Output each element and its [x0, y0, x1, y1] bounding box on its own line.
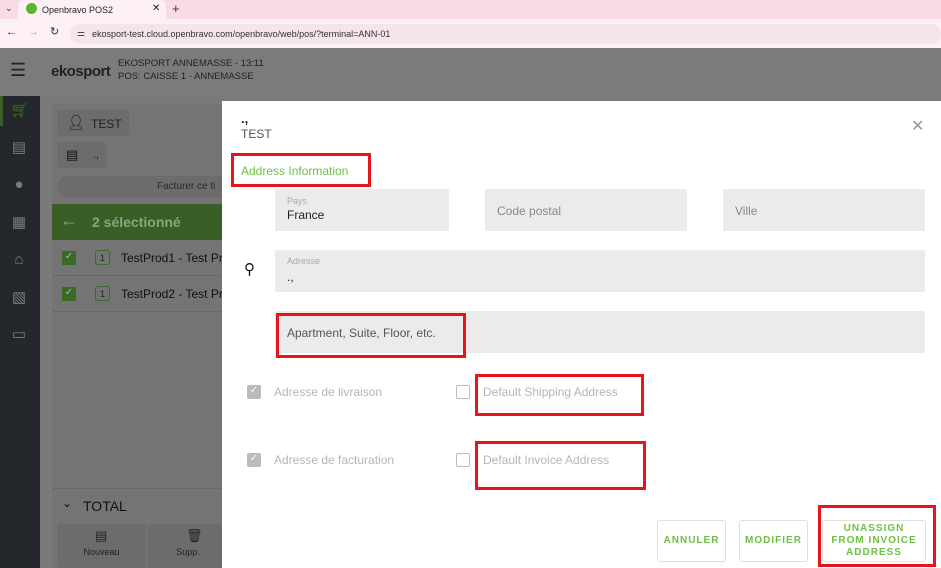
store-icon[interactable]: ⌂ [10, 251, 28, 269]
highlight-box [276, 313, 466, 358]
ticket-line[interactable]: ✓ 1 TestProd2 - Test Pr [52, 276, 223, 312]
back-icon[interactable]: ← [6, 26, 17, 38]
line-qty: 1 [95, 250, 110, 265]
highlight-box [818, 505, 936, 567]
address-value: ., [93, 149, 100, 161]
close-icon[interactable]: ✕ [911, 116, 924, 136]
default-shipping-checkbox[interactable] [456, 385, 470, 399]
invoice-ticket-button[interactable]: Facturer ce ti [57, 176, 227, 198]
openbravo-favicon-icon [26, 3, 37, 14]
delete-ticket-button[interactable]: 🗑︎ Supp. [148, 524, 228, 568]
ekosport-logo: ekosport [51, 63, 111, 80]
browser-tab[interactable]: Openbravo POS2 ✕ [18, 0, 166, 19]
pos-info: POS: CAISSE 1 - ANNEMASSE [118, 71, 254, 82]
dialog-title-customer: TEST [241, 127, 272, 141]
modify-button[interactable]: MODIFIER [739, 520, 808, 562]
reload-icon[interactable]: ↻ [50, 25, 59, 38]
highlight-box [475, 441, 646, 490]
site-settings-icon[interactable]: ⚌ [77, 28, 85, 39]
new-label: Nouveau [83, 547, 120, 557]
invoice-address-label: Adresse de facturation [274, 453, 395, 467]
invoice-icon: ▤ [66, 147, 79, 162]
ticket-line[interactable]: ✓ 1 TestProd1 - Test Pr [52, 240, 223, 276]
ticket-panel: 👤︎ TEST ▤ ., Facturer ce ti ← 2 sélectio… [52, 104, 228, 568]
new-ticket-button[interactable]: ▤ Nouveau [57, 524, 146, 568]
line-name: TestProd1 - Test Pr [121, 251, 223, 265]
city-input[interactable]: Ville [723, 189, 925, 231]
delete-label: Supp. [176, 547, 200, 557]
dialog-title-address: ., [241, 111, 249, 126]
line-qty: 1 [95, 286, 110, 301]
tab-title: Openbravo POS2 [42, 5, 114, 15]
cash-register-icon[interactable]: ▦ [10, 213, 28, 231]
line-name: TestProd2 - Test Pr [121, 287, 223, 301]
cart-icon[interactable]: 🛒︎ [10, 101, 29, 119]
back-arrow-icon[interactable]: ← [60, 210, 78, 231]
report-icon[interactable]: ▧ [10, 288, 28, 306]
checkbox-checked[interactable]: ✓ [62, 287, 76, 301]
url-text: ekosport-test.cloud.openbravo.com/openbr… [92, 29, 391, 39]
customer-icon[interactable]: ● [10, 176, 28, 194]
selection-bar: ← 2 sélectionné [52, 204, 222, 240]
map-pin-icon: ⚲ [244, 261, 255, 278]
customer-button[interactable]: 👤︎ TEST [57, 110, 129, 136]
trash-icon: 🗑︎ [186, 528, 203, 543]
app-header: ☰ ekosport EKOSPORT ANNEMASSE - 13:11 PO… [0, 48, 941, 96]
default-invoice-checkbox[interactable] [456, 453, 470, 467]
cancel-button[interactable]: ANNULER [657, 520, 726, 562]
store-info: EKOSPORT ANNEMASSE - 13:11 [118, 58, 264, 69]
city-placeholder: Ville [735, 204, 758, 218]
browser-tab-bar: ⌄ Openbravo POS2 ✕ + [0, 0, 941, 19]
person-icon: 👤︎ [67, 114, 85, 130]
checkbox-checked[interactable]: ✓ [62, 251, 76, 265]
address-label: Adresse [287, 256, 321, 266]
close-tab-icon[interactable]: ✕ [152, 3, 160, 14]
total-label: TOTAL [83, 498, 127, 514]
receipt-icon[interactable]: ▤ [10, 138, 28, 156]
invoice-address-checkbox[interactable]: ✓ [247, 453, 261, 467]
menu-icon[interactable]: ☰ [10, 60, 26, 81]
chevron-down-icon[interactable]: ⌄ [62, 496, 72, 510]
sidebar: 🛒︎ ▤ ● ▦ ⌂ ▧ ▭ [0, 96, 40, 568]
new-receipt-icon: ▤ [95, 528, 108, 543]
country-value: France [287, 208, 325, 222]
country-select[interactable]: Pays France [275, 189, 449, 231]
new-tab-icon[interactable]: + [172, 1, 180, 16]
forward-icon[interactable]: → [28, 26, 39, 38]
shipping-address-label: Adresse de livraison [274, 385, 383, 399]
highlight-box [231, 153, 371, 187]
address-input[interactable]: Adresse ., [275, 250, 925, 292]
url-field[interactable]: ⚌ ekosport-test.cloud.openbravo.com/open… [70, 24, 941, 44]
customer-name: TEST [91, 117, 122, 131]
selected-count: 2 sélectionné [92, 214, 181, 230]
postal-code-input[interactable]: Code postal [485, 189, 687, 231]
tab-list-icon[interactable]: ⌄ [5, 3, 13, 14]
postal-placeholder: Code postal [497, 204, 562, 218]
address-button[interactable]: ▤ ., [57, 142, 106, 168]
highlight-box [475, 374, 644, 416]
address-value: ., [287, 270, 294, 284]
shipping-address-checkbox[interactable]: ✓ [247, 385, 261, 399]
printer-icon[interactable]: ▭ [10, 325, 28, 343]
country-label: Pays [287, 196, 308, 206]
